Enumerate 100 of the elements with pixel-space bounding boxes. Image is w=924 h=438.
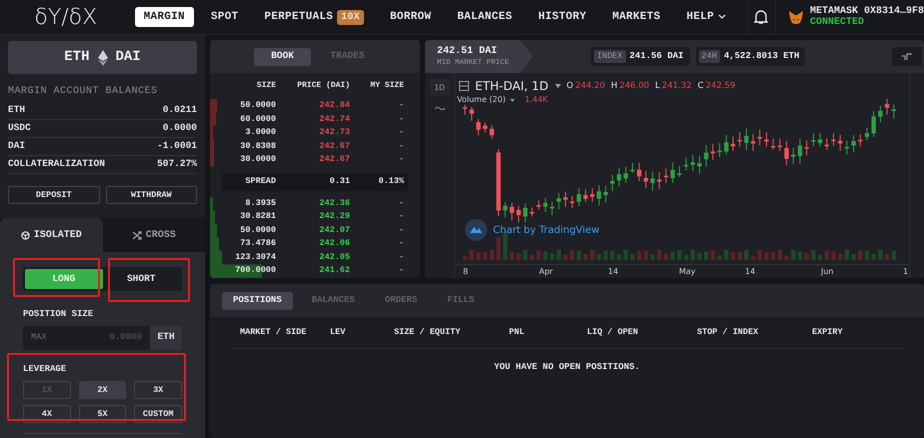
base-asset: ETH bbox=[64, 48, 90, 67]
nav-tab[interactable]: BORROW bbox=[380, 7, 440, 27]
volume-bar bbox=[610, 250, 615, 260]
candle bbox=[697, 155, 702, 174]
book-tab[interactable]: BOOK bbox=[254, 48, 311, 66]
account-button[interactable]: DEPOSIT bbox=[8, 186, 100, 204]
candle bbox=[530, 207, 534, 217]
axis-label: Apr bbox=[539, 266, 553, 278]
field-label: LEVERAGE bbox=[23, 362, 68, 376]
candle bbox=[523, 202, 528, 223]
candle bbox=[798, 138, 802, 164]
nav-tab[interactable]: HELP bbox=[678, 7, 736, 27]
leverage-option[interactable]: 3X bbox=[134, 381, 182, 399]
candle bbox=[730, 136, 736, 152]
wallet-address[interactable]: METAMASK 0X8314…9F8 bbox=[810, 6, 924, 17]
my-size-cell-text: - bbox=[398, 99, 404, 112]
symbol-title[interactable]: ETH-DAI, 1D bbox=[475, 77, 549, 95]
candle bbox=[556, 192, 561, 210]
chart-type-icon[interactable] bbox=[902, 52, 912, 60]
nav-tab[interactable]: SPOT bbox=[202, 7, 248, 27]
column-header: MARKET / SIDE bbox=[240, 326, 308, 339]
volume-bar bbox=[784, 256, 789, 260]
leverage-option[interactable]: 5X bbox=[78, 405, 126, 423]
volume-bar bbox=[744, 250, 749, 260]
leverage-option[interactable]: 2X bbox=[78, 381, 126, 399]
volume-bar bbox=[476, 252, 481, 260]
volume-label: 24H bbox=[698, 50, 720, 63]
volume-bar bbox=[750, 256, 756, 260]
margin-mode-tab[interactable]: CROSS bbox=[102, 218, 205, 252]
positions-tab[interactable]: POSITIONS bbox=[222, 292, 293, 310]
my-size-cell-text: - bbox=[398, 153, 404, 166]
candle bbox=[563, 191, 568, 208]
candle bbox=[570, 195, 574, 208]
candle bbox=[851, 134, 856, 153]
my-size-cell-text: - bbox=[398, 140, 404, 153]
volume-bar bbox=[670, 251, 675, 260]
volume-bar bbox=[644, 250, 648, 260]
candle bbox=[764, 132, 769, 148]
balance-label: ETH bbox=[8, 103, 26, 118]
max-label: MAX bbox=[31, 331, 46, 344]
volume-bar bbox=[570, 250, 574, 260]
column-header: PNL bbox=[509, 326, 526, 339]
candle bbox=[583, 188, 588, 202]
nav-tab[interactable]: MARKETS bbox=[603, 7, 670, 27]
volume-bar bbox=[778, 250, 782, 260]
nav-tab[interactable]: HISTORY bbox=[529, 7, 596, 27]
wave-icon[interactable] bbox=[434, 106, 444, 111]
side-toggle[interactable]: SHORT bbox=[102, 269, 180, 289]
nav-tab[interactable]: MARGIN bbox=[134, 7, 194, 27]
margin-mode-tab[interactable]: ISOLATED bbox=[0, 218, 102, 252]
candle bbox=[637, 162, 642, 182]
attribution-text: Chart by TradingView bbox=[493, 224, 600, 238]
price-cell-text: 242.29 bbox=[318, 210, 350, 224]
volume-bar bbox=[791, 250, 796, 260]
volume-bar bbox=[724, 250, 728, 260]
candle bbox=[462, 104, 468, 116]
candle bbox=[616, 167, 622, 188]
candle bbox=[771, 138, 776, 150]
leverage-option[interactable]: CUSTOM bbox=[134, 405, 182, 423]
balance-label: USDC bbox=[8, 121, 31, 136]
market-selector[interactable]: ETH DAI bbox=[8, 41, 197, 74]
my-size-cell-text: - bbox=[398, 237, 404, 250]
volume-study-label[interactable]: Volume (20) bbox=[457, 94, 506, 106]
leverage-option[interactable]: 4X bbox=[23, 405, 71, 423]
caret-icon bbox=[554, 84, 561, 88]
candle bbox=[778, 138, 782, 152]
chart-attribution[interactable]: Chart by TradingView bbox=[465, 219, 600, 241]
collapse-icon[interactable] bbox=[459, 81, 469, 91]
candle bbox=[576, 188, 582, 206]
section-title: MARGIN ACCOUNT BALANCES bbox=[8, 85, 159, 99]
caret-icon bbox=[510, 98, 515, 102]
candle bbox=[684, 156, 688, 171]
size-cell-text: 30.0000 bbox=[239, 153, 276, 166]
size-cell-text: 3.0000 bbox=[244, 126, 276, 140]
volume-bar bbox=[650, 254, 655, 260]
volume-bar bbox=[892, 250, 896, 260]
spread-percent: 0.13% bbox=[377, 175, 404, 188]
logo[interactable]: δY/δX bbox=[34, 0, 98, 34]
volume-bar bbox=[844, 250, 850, 260]
balance-value: 0.0000 bbox=[162, 121, 197, 136]
candle bbox=[664, 168, 668, 184]
volume-bar bbox=[824, 250, 829, 260]
account-button[interactable]: WITHDRAW bbox=[106, 186, 197, 204]
volume-bar bbox=[684, 255, 688, 260]
price-cell-text: 242.05 bbox=[318, 250, 350, 264]
leverage-badge: 10X bbox=[337, 10, 364, 24]
volume-bar bbox=[864, 251, 870, 260]
candle bbox=[536, 200, 541, 210]
volume-bar bbox=[710, 250, 716, 260]
volume-bar bbox=[470, 250, 474, 260]
nav-tab[interactable]: BALANCES bbox=[448, 7, 522, 27]
volume-bar bbox=[496, 237, 501, 260]
candle bbox=[892, 104, 896, 119]
nav-tab[interactable]: PERPETUALS 10X bbox=[255, 7, 373, 27]
ohlc-key: C bbox=[698, 80, 704, 92]
bell-icon[interactable] bbox=[754, 10, 768, 24]
volume-bar bbox=[583, 254, 588, 260]
candle bbox=[738, 132, 742, 148]
position-size-input[interactable]: 0.0000 bbox=[46, 330, 142, 344]
candle bbox=[717, 142, 722, 158]
